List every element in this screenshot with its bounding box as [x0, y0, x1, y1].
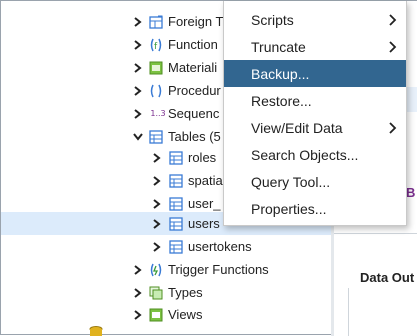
output-panel	[348, 288, 417, 336]
tree-item-views[interactable]: Views	[1, 303, 331, 326]
chevron-right-icon	[389, 14, 399, 26]
menu-item-search-objects[interactable]: Search Objects...	[224, 141, 406, 168]
tree-item-label: Tables (5	[168, 129, 221, 144]
chevron-right-icon[interactable]	[132, 108, 144, 120]
types-icon	[149, 286, 163, 300]
table-icon	[169, 196, 183, 211]
procedure-icon	[149, 84, 163, 98]
tree-item-label: Materiali	[168, 60, 218, 75]
menu-item-view-edit-data[interactable]: View/Edit Data	[224, 114, 406, 141]
menu-item-truncate[interactable]: Truncate	[224, 33, 406, 60]
chevron-right-icon[interactable]	[151, 198, 163, 210]
chevron-right-icon	[389, 122, 399, 134]
tree-item-label: Function	[168, 37, 218, 52]
chevron-right-icon[interactable]	[132, 287, 144, 299]
tree-item-label: Foreign T	[168, 14, 224, 29]
function-icon: f	[149, 38, 163, 52]
views-icon	[149, 308, 163, 322]
menu-item-label: Backup...	[251, 65, 310, 82]
tree-item-label: roles	[188, 150, 217, 165]
tree-item-label: users	[188, 216, 220, 231]
table-icon	[169, 173, 183, 188]
menu-item-label: Truncate	[251, 38, 306, 55]
menu-item-backup[interactable]: Backup...	[224, 60, 406, 87]
table-icon	[169, 239, 183, 254]
chevron-right-icon[interactable]	[132, 264, 144, 276]
query-text-fragment: B	[406, 185, 416, 200]
chevron-right-icon[interactable]	[132, 16, 144, 28]
tree-item-label: usertokens	[188, 239, 252, 254]
tree-item-label: Views	[168, 307, 203, 322]
menu-item-label: Query Tool...	[251, 173, 331, 190]
chevron-right-icon[interactable]	[151, 218, 163, 230]
sequence-icon: 1..3	[150, 109, 166, 118]
menu-item-label: View/Edit Data	[251, 119, 343, 136]
chevron-right-icon[interactable]	[151, 152, 163, 164]
menu-item-label: Properties...	[251, 200, 327, 217]
tree-item-partial	[1, 325, 331, 336]
menu-item-label: Search Objects...	[251, 146, 359, 163]
chevron-right-icon[interactable]	[151, 241, 163, 253]
menu-item-scripts[interactable]: Scripts	[224, 6, 406, 33]
chevron-right-icon[interactable]	[132, 62, 144, 74]
tables-icon	[149, 129, 163, 144]
menu-item-label: Scripts	[251, 11, 294, 28]
tree-item-table-usertokens[interactable]: usertokens	[1, 235, 331, 258]
chevron-down-icon[interactable]	[132, 131, 144, 143]
trigger-function-icon	[149, 263, 163, 277]
svg-text:f: f	[154, 42, 158, 52]
context-menu: Scripts Truncate Backup... Restore... Vi…	[223, 1, 407, 226]
tree-item-label: user_	[188, 196, 221, 211]
tree-item-label: Sequenc	[168, 106, 220, 121]
tree-item-label: Trigger Functions	[168, 262, 269, 277]
chevron-right-icon	[389, 41, 399, 53]
menu-item-restore[interactable]: Restore...	[224, 87, 406, 114]
materialized-view-icon	[149, 61, 163, 75]
tree-item-label: Types	[168, 285, 203, 300]
divider	[334, 233, 417, 234]
tree-item-label: Procedur	[168, 83, 221, 98]
table-icon	[169, 216, 183, 231]
chevron-right-icon[interactable]	[132, 309, 144, 321]
chevron-right-icon[interactable]	[132, 39, 144, 51]
menu-item-properties[interactable]: Properties...	[224, 195, 406, 222]
tree-item-label: spatia	[188, 173, 223, 188]
tree-item-types[interactable]: Types	[1, 281, 331, 304]
foreign-table-icon	[149, 15, 163, 29]
chevron-right-icon[interactable]	[151, 175, 163, 187]
tab-data-output[interactable]: Data Out	[360, 270, 414, 285]
tree-item-trigger-functions[interactable]: Trigger Functions	[1, 258, 331, 281]
chevron-right-icon[interactable]	[132, 85, 144, 97]
menu-item-query-tool[interactable]: Query Tool...	[224, 168, 406, 195]
menu-item-label: Restore...	[251, 92, 312, 109]
table-icon	[169, 150, 183, 165]
